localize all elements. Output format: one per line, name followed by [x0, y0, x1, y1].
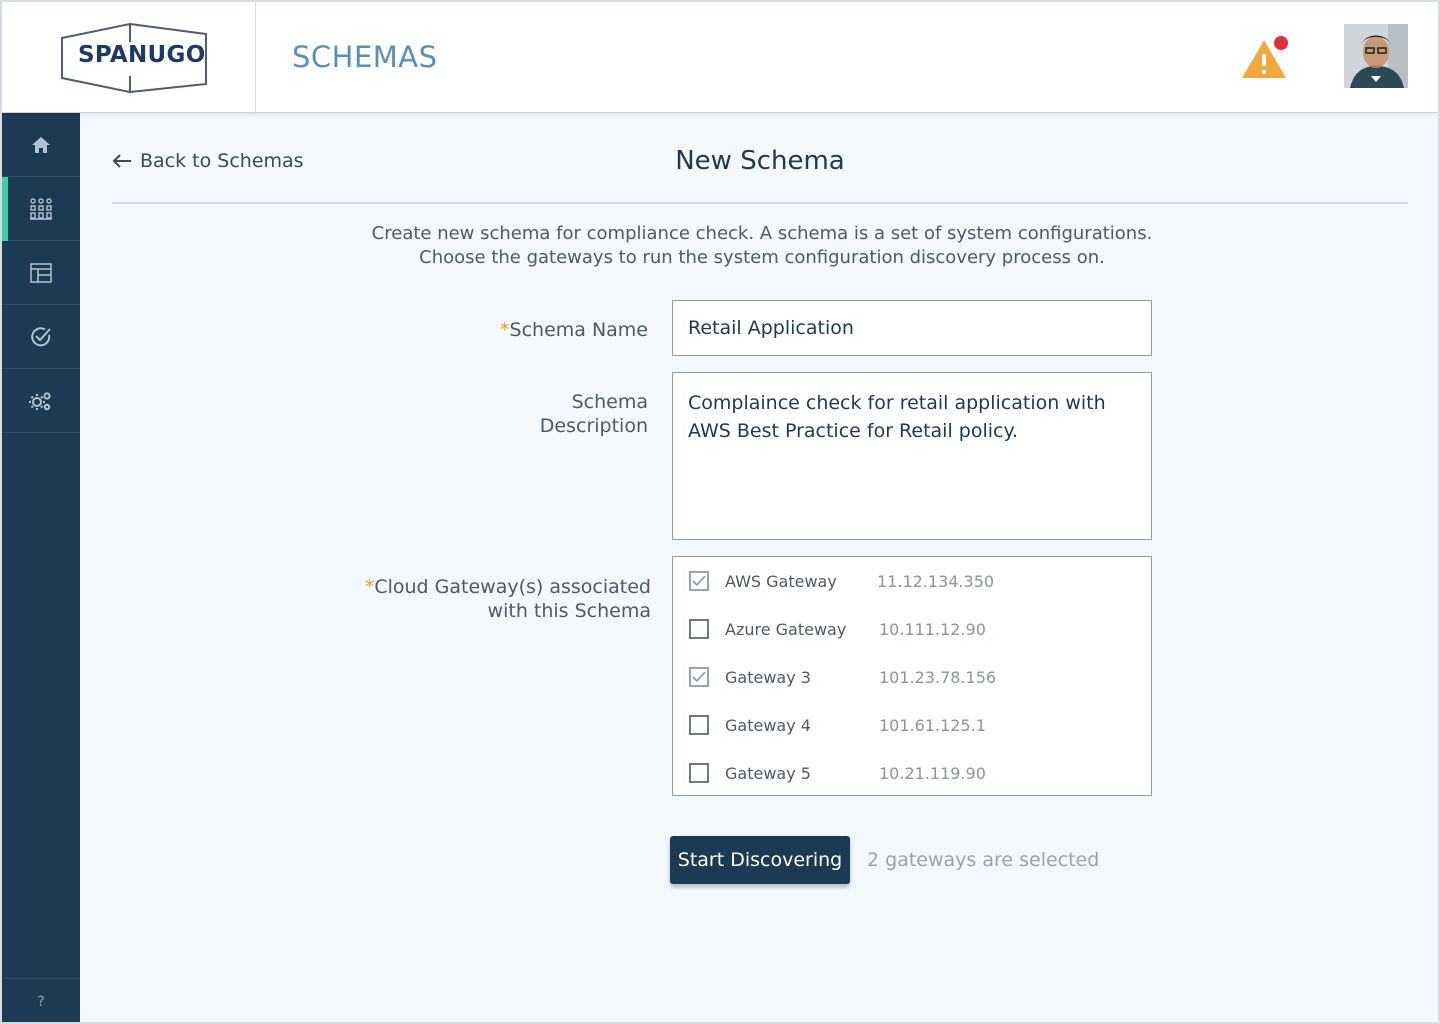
user-avatar[interactable] — [1344, 24, 1408, 88]
home-icon — [32, 136, 50, 153]
gateway-row[interactable]: Gateway 5 10.21.119.90 — [673, 749, 1151, 797]
help-button[interactable]: ? — [2, 978, 80, 1022]
gateway-checkbox[interactable] — [689, 667, 709, 687]
selection-status: 2 gateways are selected — [867, 849, 1100, 871]
schema-name-label: *Schema Name — [500, 319, 648, 341]
form-title: New Schema — [675, 146, 845, 176]
required-mark: * — [364, 576, 375, 598]
gateway-row[interactable]: Azure Gateway 10.111.12.90 — [673, 605, 1151, 653]
logo-text: SPANUGO — [78, 42, 206, 68]
schemas-icon — [30, 197, 52, 220]
sidebar-nav: ? — [2, 113, 80, 1022]
start-discovering-button[interactable]: Start Discovering — [670, 836, 850, 884]
back-to-schemas-link[interactable]: Back to Schemas — [112, 150, 304, 172]
checkmark-icon — [692, 575, 706, 587]
gateway-checkbox[interactable] — [689, 619, 709, 639]
sidebar-item-schemas[interactable] — [2, 177, 80, 241]
gateway-row[interactable]: Gateway 4 101.61.125.1 — [673, 701, 1151, 749]
checkmark-icon — [692, 671, 706, 683]
gateway-name: Gateway 5 — [725, 763, 811, 783]
sidebar-item-settings[interactable] — [2, 369, 80, 433]
warning-alert-icon[interactable] — [1240, 34, 1292, 80]
title-divider — [112, 202, 1408, 204]
page-title: SCHEMAS — [292, 40, 438, 74]
gateway-ip: 10.111.12.90 — [879, 619, 986, 639]
layout-icon — [30, 262, 52, 283]
sidebar-item-compliance[interactable] — [2, 305, 80, 369]
avatar-photo-icon — [1344, 24, 1408, 88]
form-intro: Create new schema for compliance check. … — [302, 222, 1222, 270]
schema-description-textarea[interactable]: Complaince check for retail application … — [672, 372, 1152, 540]
gateway-checkbox[interactable] — [689, 571, 709, 591]
intro-line-1: Create new schema for compliance check. … — [371, 223, 1153, 244]
gateway-checkbox[interactable] — [689, 763, 709, 783]
gateway-ip: 101.61.125.1 — [879, 715, 986, 735]
gateway-list: AWS Gateway 11.12.134.350 Azure Gateway … — [672, 556, 1152, 796]
app-window: SPANUGO SCHEMAS ? Back to Schemas New Sc… — [0, 0, 1440, 1024]
top-header: SPANUGO SCHEMAS — [2, 2, 1438, 113]
gateway-name: Gateway 4 — [725, 715, 811, 735]
gateway-name: Gateway 3 — [725, 667, 811, 687]
arrow-left-icon — [112, 154, 131, 168]
gateway-name: AWS Gateway — [725, 571, 837, 591]
gateway-ip: 11.12.134.350 — [877, 571, 995, 591]
sidebar-item-home[interactable] — [2, 113, 80, 177]
settings-gears-icon — [29, 391, 51, 410]
gateway-name: Azure Gateway — [725, 619, 847, 639]
compliance-check-icon — [31, 326, 51, 346]
gateway-ip: 101.23.78.156 — [879, 667, 997, 687]
back-link-label: Back to Schemas — [140, 150, 304, 172]
schema-name-input[interactable]: Retail Application — [672, 300, 1152, 356]
required-mark: * — [500, 319, 510, 341]
schema-description-label: Schema Description — [539, 391, 648, 437]
logo-area[interactable]: SPANUGO — [2, 2, 256, 113]
gateway-row[interactable]: AWS Gateway 11.12.134.350 — [673, 557, 1151, 605]
intro-line-2: Choose the gateways to run the system co… — [419, 247, 1105, 268]
cloud-gateways-label: *Cloud Gateway(s) associated with this S… — [364, 576, 651, 622]
gateway-checkbox[interactable] — [689, 715, 709, 735]
gateway-row[interactable]: Gateway 3 101.23.78.156 — [673, 653, 1151, 701]
gateway-ip: 10.21.119.90 — [879, 763, 986, 783]
sidebar-item-layout[interactable] — [2, 241, 80, 305]
